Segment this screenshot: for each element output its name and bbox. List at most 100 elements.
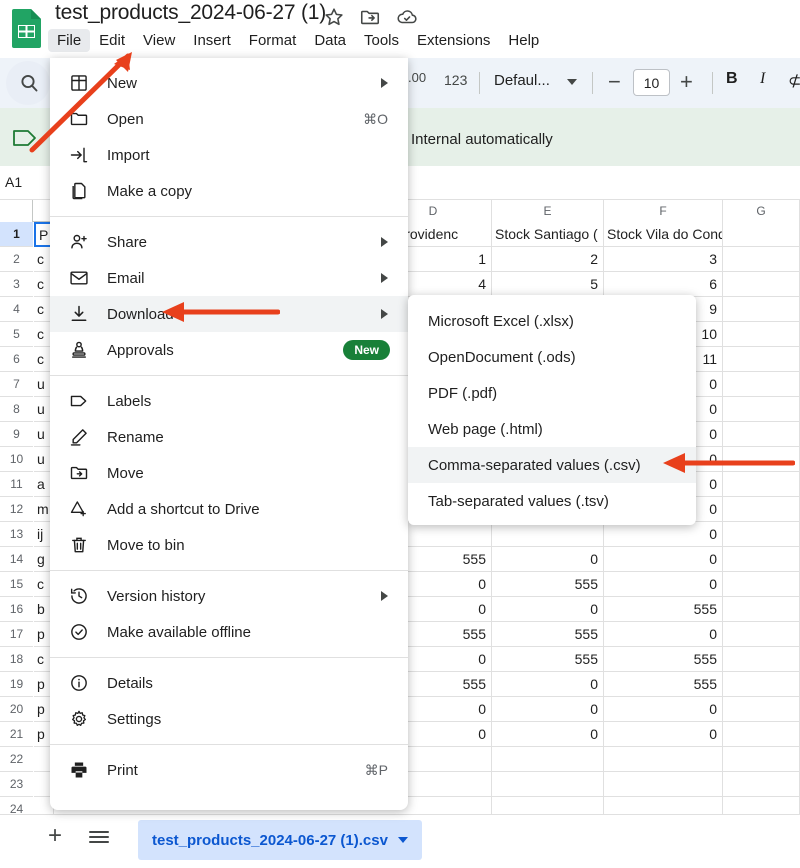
cell-E13[interactable]: [492, 522, 604, 547]
cell-E21[interactable]: 0: [492, 722, 604, 747]
row-header-19[interactable]: 19: [0, 672, 33, 697]
file-menu-dropdown[interactable]: New Open ⌘O Import Make a copy Share Email Down…: [50, 58, 408, 810]
row-header-12[interactable]: 12: [0, 497, 33, 522]
row-header-21[interactable]: 21: [0, 722, 33, 747]
cell-E16[interactable]: 0: [492, 597, 604, 622]
cell-G20[interactable]: [723, 697, 800, 722]
download-option-3[interactable]: Web page (.html): [408, 411, 696, 447]
cell-E15[interactable]: 555: [492, 572, 604, 597]
decrease-font-size-button[interactable]: −: [608, 69, 621, 95]
row-header-24[interactable]: 24: [0, 797, 33, 814]
column-header-G[interactable]: G: [723, 200, 800, 222]
file-menu-item-import[interactable]: Import: [50, 137, 408, 173]
cell-G4[interactable]: [723, 297, 800, 322]
row-header-22[interactable]: 22: [0, 747, 33, 772]
cell-G14[interactable]: [723, 547, 800, 572]
italic-button[interactable]: I: [760, 70, 765, 88]
menu-item-edit[interactable]: Edit: [90, 29, 134, 52]
menu-item-format[interactable]: Format: [240, 29, 306, 52]
menu-item-extensions[interactable]: Extensions: [408, 29, 499, 52]
cell-G6[interactable]: [723, 347, 800, 372]
file-menu-item-print[interactable]: Print ⌘P: [50, 752, 408, 788]
file-menu-item-share[interactable]: Share: [50, 224, 408, 260]
sheet-tab-active[interactable]: test_products_2024-06-27 (1).csv: [138, 820, 422, 860]
cell-G1[interactable]: [723, 222, 800, 247]
font-size-input[interactable]: 10: [633, 69, 670, 96]
cell-F17[interactable]: 0: [604, 622, 723, 647]
cell-E2[interactable]: 2: [492, 247, 604, 272]
cell-G24[interactable]: [723, 797, 800, 814]
strikethrough-button[interactable]: ⊄: [788, 71, 800, 91]
file-menu-item-add-a-shortcut-to-drive[interactable]: Add a shortcut to Drive: [50, 491, 408, 527]
file-menu-item-move[interactable]: Move: [50, 455, 408, 491]
row-header-23[interactable]: 23: [0, 772, 33, 797]
download-option-2[interactable]: PDF (.pdf): [408, 375, 696, 411]
cell-F2[interactable]: 3: [604, 247, 723, 272]
font-family-selector[interactable]: Defaul...: [494, 72, 550, 89]
cell-F22[interactable]: [604, 747, 723, 772]
menu-item-file[interactable]: File: [48, 28, 91, 52]
column-header-F[interactable]: F: [604, 200, 723, 222]
row-header-16[interactable]: 16: [0, 597, 33, 622]
number-format-button[interactable]: 123: [444, 72, 467, 88]
cloud-saved-icon[interactable]: [396, 6, 418, 28]
cell-E20[interactable]: 0: [492, 697, 604, 722]
file-menu-item-approvals[interactable]: Approvals New: [50, 332, 408, 368]
cell-F16[interactable]: 555: [604, 597, 723, 622]
move-to-folder-icon[interactable]: [359, 6, 381, 28]
label-tag-icon[interactable]: [12, 128, 38, 148]
file-menu-item-labels[interactable]: Labels: [50, 383, 408, 419]
cell-G5[interactable]: [723, 322, 800, 347]
row-header-5[interactable]: 5: [0, 322, 33, 347]
cell-G10[interactable]: [723, 447, 800, 472]
download-option-1[interactable]: OpenDocument (.ods): [408, 339, 696, 375]
file-menu-item-version-history[interactable]: Version history: [50, 578, 408, 614]
cell-G18[interactable]: [723, 647, 800, 672]
file-menu-item-rename[interactable]: Rename: [50, 419, 408, 455]
cell-E22[interactable]: [492, 747, 604, 772]
chevron-down-icon[interactable]: [397, 837, 408, 843]
row-header-20[interactable]: 20: [0, 697, 33, 722]
add-sheet-button[interactable]: +: [48, 824, 62, 848]
row-header-10[interactable]: 10: [0, 447, 33, 472]
search-icon[interactable]: [17, 71, 41, 95]
row-header-14[interactable]: 14: [0, 547, 33, 572]
cell-F23[interactable]: [604, 772, 723, 797]
file-menu-item-details[interactable]: Details: [50, 665, 408, 701]
file-menu-item-make-a-copy[interactable]: Make a copy: [50, 173, 408, 209]
cell-F15[interactable]: 0: [604, 572, 723, 597]
cell-G21[interactable]: [723, 722, 800, 747]
row-header-2[interactable]: 2: [0, 247, 33, 272]
file-menu-item-email[interactable]: Email: [50, 260, 408, 296]
column-header-E[interactable]: E: [492, 200, 604, 222]
row-header-15[interactable]: 15: [0, 572, 33, 597]
cell-E18[interactable]: 555: [492, 647, 604, 672]
row-header-6[interactable]: 6: [0, 347, 33, 372]
cell-F19[interactable]: 555: [604, 672, 723, 697]
bold-button[interactable]: B: [726, 70, 738, 88]
row-header-17[interactable]: 17: [0, 622, 33, 647]
cell-E3[interactable]: 5: [492, 272, 604, 297]
file-menu-item-move-to-bin[interactable]: Move to bin: [50, 527, 408, 563]
row-header-18[interactable]: 18: [0, 647, 33, 672]
cell-G13[interactable]: [723, 522, 800, 547]
file-menu-item-new[interactable]: New: [50, 65, 408, 101]
cell-F20[interactable]: 0: [604, 697, 723, 722]
document-title[interactable]: test_products_2024-06-27 (1): [55, 1, 326, 25]
cell-G17[interactable]: [723, 622, 800, 647]
cell-E24[interactable]: [492, 797, 604, 814]
cell-E23[interactable]: [492, 772, 604, 797]
row-header-1[interactable]: 1: [0, 222, 33, 247]
download-option-4[interactable]: Comma-separated values (.csv): [408, 447, 696, 483]
row-header-8[interactable]: 8: [0, 397, 33, 422]
star-icon[interactable]: [323, 6, 345, 28]
cell-F18[interactable]: 555: [604, 647, 723, 672]
cell-G2[interactable]: [723, 247, 800, 272]
chevron-down-icon[interactable]: [567, 79, 577, 85]
name-box[interactable]: A1: [5, 174, 22, 190]
cell-G15[interactable]: [723, 572, 800, 597]
row-header-4[interactable]: 4: [0, 297, 33, 322]
cell-E17[interactable]: 555: [492, 622, 604, 647]
cell-F14[interactable]: 0: [604, 547, 723, 572]
row-header-13[interactable]: 13: [0, 522, 33, 547]
